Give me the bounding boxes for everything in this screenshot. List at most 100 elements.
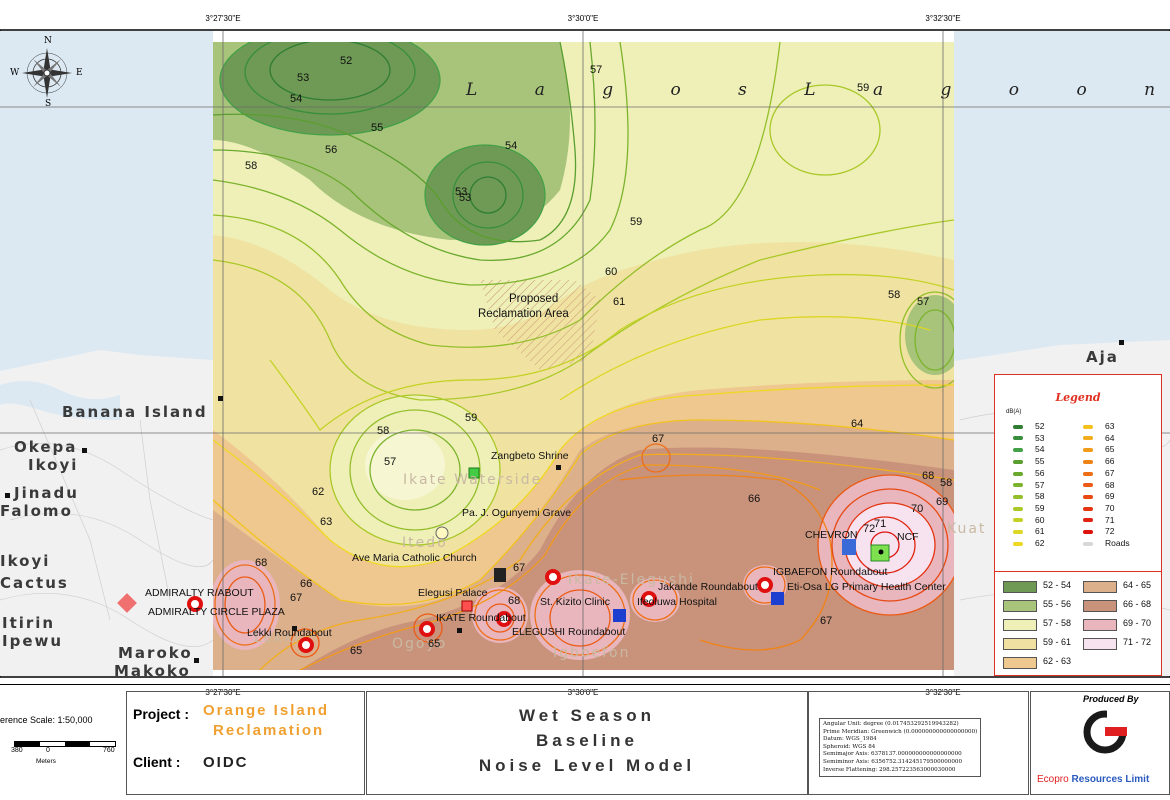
contour-value-label: 70 — [911, 503, 924, 515]
contour-value-label: 57 — [384, 456, 397, 468]
contour-value-label: 63 — [320, 516, 333, 528]
produced-by: Produced By — [1083, 694, 1139, 704]
contour-value-label: 68 — [922, 470, 935, 482]
poi-ogunyemi: Pa. J. Ogunyemi Grave — [462, 507, 572, 519]
compass-e: E — [76, 68, 83, 78]
scale-tick: 0 — [46, 747, 50, 754]
legend-contour-item: 53 — [1013, 433, 1044, 443]
place-ikoyi: Ikoyi — [28, 456, 79, 474]
legend-contour-item: Roads — [1083, 538, 1130, 548]
place-falomo: Falomo — [0, 502, 73, 520]
contour-value-label: 67 — [290, 592, 303, 604]
contour-value-label: 67 — [820, 615, 833, 627]
poi-ikate-rab: IKATE Roundabout — [436, 612, 526, 624]
legend-label: 68 — [1105, 479, 1115, 490]
contour-value-label: 72 — [863, 523, 876, 535]
contour-value-label: 58 — [940, 477, 953, 489]
place-jinadu: Jinadu — [14, 484, 79, 502]
legend-label: 60 — [1035, 514, 1045, 525]
contour-value-label: 68 — [508, 595, 521, 607]
legend-swatch — [1013, 483, 1023, 488]
legend-swatch — [1083, 506, 1093, 511]
water-label: L a g o s L a g o o n — [466, 80, 1170, 100]
legend-swatch — [1013, 506, 1023, 511]
legend-label: 67 — [1105, 467, 1115, 478]
place-ikate-waterside: Ikate Waterside — [403, 472, 543, 488]
legend-label: 56 — [1035, 467, 1045, 478]
legend-class-swatch — [1083, 600, 1117, 612]
legend-label: 65 — [1105, 444, 1115, 455]
client-name: OIDC — [203, 754, 249, 771]
coord-label-top: 3°30'0"E — [567, 14, 599, 23]
poi-igbaefon-rab: IGBAEFON Roundabout — [773, 566, 888, 578]
contour-value-label: 65 — [428, 638, 441, 650]
legend-contour-item: 72 — [1083, 526, 1114, 536]
spatial-ref-line: Datum: WGS_1984 — [823, 736, 877, 743]
legend-swatch — [1083, 518, 1093, 523]
poi-lekki-rab: Lekki Roundabout — [247, 627, 332, 639]
place-makoko: Makoko — [114, 662, 191, 680]
legend-class-label: 62 - 63 — [1043, 656, 1072, 666]
legend-swatch — [1013, 518, 1023, 523]
poi-elegusi-palace: Elegusi Palace — [418, 587, 488, 599]
contour-value-label: 59 — [630, 216, 643, 228]
legend-class-label: 71 - 72 — [1123, 637, 1152, 647]
contour-value-label: 52 — [340, 55, 353, 67]
poi-chevron: CHEVRON — [805, 529, 858, 541]
contour-value-label: 67 — [652, 433, 665, 445]
legend-class-label: 66 - 68 — [1123, 599, 1152, 609]
contour-value-label: 56 — [325, 144, 338, 156]
legend-class-label: 55 - 56 — [1043, 599, 1072, 609]
contour-value-label: 54 — [505, 140, 518, 152]
legend-contour-item: 60 — [1013, 515, 1044, 525]
place-cactus: Cactus — [0, 574, 69, 592]
legend-swatch — [1013, 436, 1023, 441]
poi-zangbeto: Zangbeto Shrine — [491, 450, 569, 462]
legend-contour-item: 57 — [1013, 480, 1044, 490]
legend-swatch — [1013, 494, 1023, 499]
poi-admiralty-rab: ADMIRALTY R/ABOUT — [145, 587, 254, 599]
legend-contour-item: 56 — [1013, 468, 1044, 478]
legend-swatch — [1083, 483, 1093, 488]
legend-label: 59 — [1035, 502, 1045, 513]
legend-label: 71 — [1105, 514, 1115, 525]
contour-value-label: 61 — [613, 296, 626, 308]
contour-value-label: 57 — [590, 64, 603, 76]
legend-class-swatch — [1003, 600, 1037, 612]
legend-label: 63 — [1105, 421, 1115, 431]
compass-s: S — [45, 99, 52, 109]
contour-value-label: 64 — [851, 418, 864, 430]
legend-class-swatch — [1083, 638, 1117, 650]
spatial-ref-line: Semimajor Axis: 6378137.0000000000000000… — [823, 751, 962, 758]
legend-swatch — [1083, 424, 1093, 429]
client-label: Client : — [133, 754, 181, 770]
legend-label: 72 — [1105, 526, 1115, 537]
legend-class-label: 64 - 65 — [1123, 580, 1152, 590]
legend-swatch — [1083, 448, 1093, 453]
coord-label-top: 3°27'30"E — [205, 14, 241, 23]
legend-label: 54 — [1035, 444, 1045, 455]
legend-contour-item: 54 — [1013, 444, 1044, 454]
legend-label: 58 — [1035, 491, 1045, 502]
legend-label: 53 — [1035, 432, 1045, 443]
contour-value-label: 55 — [371, 122, 384, 134]
legend-contour-item: 69 — [1083, 491, 1114, 501]
contour-value-label: 66 — [300, 578, 313, 590]
poi-ave-maria: Ave Maria Catholic Church — [352, 552, 477, 564]
legend-swatch — [1013, 459, 1023, 464]
contour-value-label: 54 — [290, 93, 303, 105]
place-itirin: Itirin — [2, 614, 56, 632]
spatial-ref-line: Semiminor Axis: 6356752.3142451795000000… — [823, 758, 963, 765]
legend-swatch — [1083, 494, 1093, 499]
legend-label: Roads — [1105, 538, 1130, 548]
spatial-ref-line: Inverse Flattening: 298.2572235630000300… — [823, 766, 956, 773]
scale-unit: Meters — [36, 758, 56, 765]
legend-label: 66 — [1105, 456, 1115, 467]
legend-class-swatch — [1083, 581, 1117, 593]
legend-label: 62 — [1035, 538, 1045, 548]
compass-n: N — [44, 36, 52, 46]
spatial-ref-line: Prime Meridian: Greenwich (0.00000000000… — [823, 728, 978, 735]
contour-value-label: 53 — [459, 192, 472, 204]
project-label: Project : — [133, 706, 190, 722]
place-ikoyi-cut: Ikoyi — [0, 552, 51, 570]
